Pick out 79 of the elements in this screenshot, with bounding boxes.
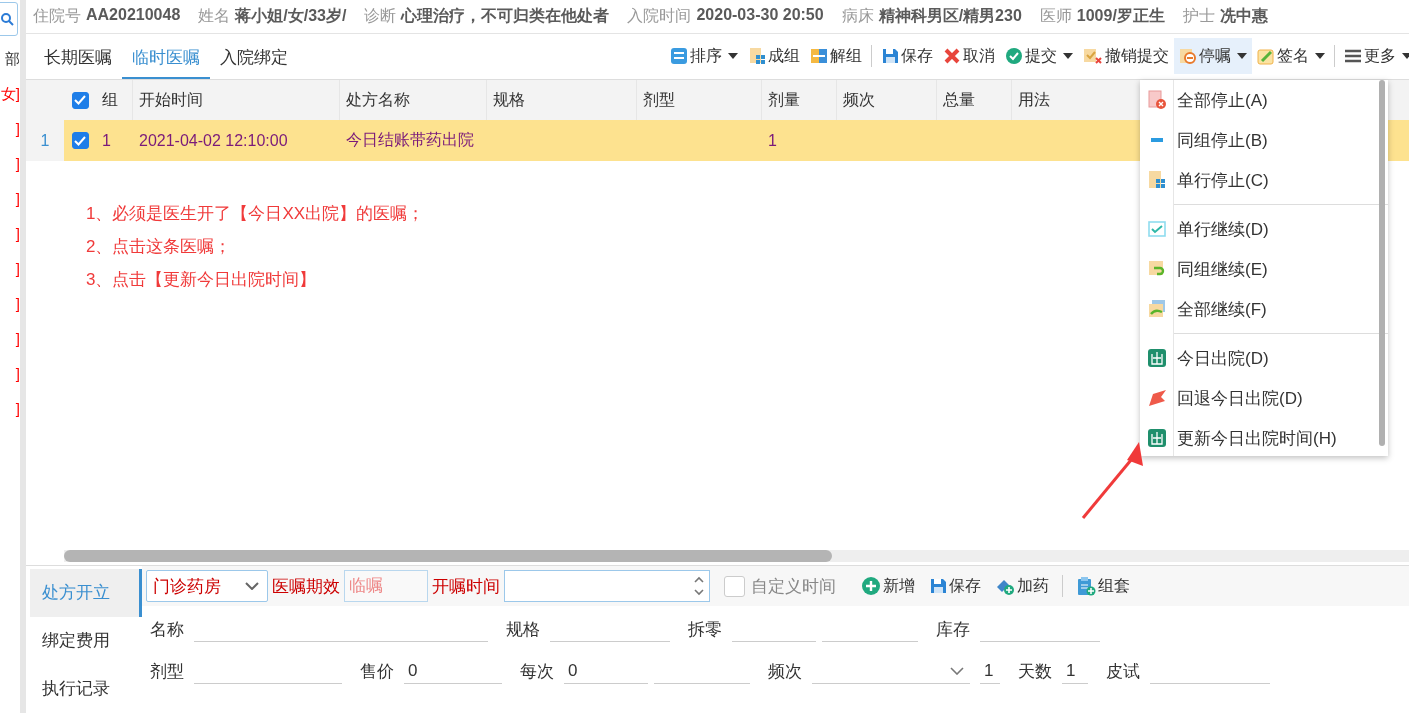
- menu-item[interactable]: 今日出院(D): [1140, 338, 1388, 378]
- cancel-button[interactable]: 取消: [938, 38, 1000, 75]
- list-item-text[interactable]: ]: [15, 153, 20, 175]
- field-label: 皮试: [1106, 660, 1140, 683]
- menu-item[interactable]: 回退今日出院(D): [1140, 378, 1388, 418]
- field-label: 住院号: [33, 5, 81, 26]
- row-number: 1: [26, 120, 64, 162]
- field-value: AA20210048: [86, 5, 181, 25]
- list-item-text[interactable]: ]: [15, 398, 20, 420]
- input-field[interactable]: 0: [404, 658, 502, 684]
- table-cell: 2021-04-02 12:10:00: [139, 131, 288, 150]
- field-value: 2020-03-30 20:50: [696, 5, 824, 25]
- list-item-text[interactable]: ]: [15, 118, 20, 140]
- field-label: 库存: [936, 618, 970, 641]
- table-cell: 1: [768, 131, 777, 150]
- list-item-text[interactable]: 女]: [0, 83, 20, 105]
- ungroup-button[interactable]: 解组: [805, 38, 867, 75]
- field-label: 频次: [768, 660, 802, 683]
- list-item-text[interactable]: 部: [5, 48, 20, 70]
- pharmacy-select[interactable]: 门诊药房: [146, 570, 268, 602]
- field-value: 心理治疗，不可归类在他处者: [401, 5, 610, 26]
- input-field[interactable]: 0: [564, 658, 648, 684]
- list-item-text[interactable]: ]: [15, 293, 20, 315]
- menu-item[interactable]: 更新今日出院时间(H): [1140, 418, 1388, 458]
- field-value: 1009/罗正生: [1076, 5, 1165, 26]
- instruction-text: 2、点击这条医嘱；: [86, 236, 232, 259]
- stop-button[interactable]: 停嘱: [1174, 38, 1252, 75]
- set-button[interactable]: 组套: [1071, 568, 1135, 604]
- field-label: 拆零: [688, 618, 722, 641]
- field-label: 开嘱时间: [432, 575, 500, 598]
- field-value: 精神科男区/精男230: [878, 5, 1022, 26]
- list-item-text[interactable]: ]: [15, 188, 20, 210]
- field-label: 诊断: [364, 5, 397, 26]
- more-button[interactable]: 更多: [1339, 38, 1409, 75]
- revoke-button[interactable]: 撤销提交: [1078, 38, 1174, 75]
- menu-item[interactable]: 单行继续(D): [1140, 209, 1388, 249]
- field-label: 入院时间: [627, 5, 692, 26]
- field-label: 护士: [1182, 5, 1215, 26]
- save-button[interactable]: 保存: [924, 568, 986, 604]
- field-label: 医师: [1039, 5, 1072, 26]
- field-label: 姓名: [198, 5, 231, 26]
- field-label: 名称: [150, 618, 184, 641]
- tab[interactable]: 绑定费用: [30, 617, 142, 665]
- menu-item[interactable]: 全部停止(A): [1140, 80, 1388, 120]
- instruction-text: 3、点击【更新今日出院时间】: [86, 269, 317, 292]
- field-label: 医嘱期效: [272, 575, 340, 598]
- column-header: 用法: [1017, 89, 1051, 110]
- input-field[interactable]: 1: [1062, 658, 1088, 684]
- checkbox-label: 自定义时间: [751, 575, 836, 598]
- tab[interactable]: 入院绑定: [210, 39, 298, 80]
- table-cell: 1: [102, 131, 111, 150]
- menu-item[interactable]: 全部继续(F): [1140, 289, 1388, 329]
- list-item-text[interactable]: ]: [15, 223, 20, 245]
- input-field[interactable]: 1: [980, 658, 1000, 684]
- submit-button[interactable]: 提交: [1000, 38, 1078, 75]
- sort-button[interactable]: 排序: [665, 38, 743, 75]
- add-button[interactable]: 新增: [856, 568, 920, 604]
- field-label: 天数: [1018, 660, 1052, 683]
- tab[interactable]: 长期医嘱: [34, 39, 122, 80]
- group-button[interactable]: 成组: [743, 38, 805, 75]
- sign-button[interactable]: 签名: [1252, 38, 1330, 75]
- save-button[interactable]: 保存: [876, 38, 938, 75]
- drug-button[interactable]: 加药: [990, 568, 1054, 604]
- instruction-text: 1、必须是医生开了【今日XX出院】的医嘱；: [86, 203, 425, 226]
- table-cell-text: 今日结账带药出院: [346, 130, 474, 151]
- field-label: 剂型: [150, 660, 184, 683]
- field-value: 冼中惠: [1219, 5, 1268, 26]
- menu-item[interactable]: 同组继续(E): [1140, 249, 1388, 289]
- list-item-text[interactable]: ]: [15, 363, 20, 385]
- tab[interactable]: 执行记录: [30, 665, 142, 713]
- field-label: 每次: [520, 660, 554, 683]
- list-item-text[interactable]: ]: [15, 258, 20, 280]
- menu-item[interactable]: 单行停止(C): [1140, 160, 1388, 200]
- field-label: 规格: [506, 618, 540, 641]
- menu-item[interactable]: 同组停止(B): [1140, 120, 1388, 160]
- field-label: 病床: [841, 5, 874, 26]
- field-label: 售价: [360, 660, 394, 683]
- list-item-text[interactable]: ]: [15, 328, 20, 350]
- field-value: 蒋小姐/女/33岁/: [235, 5, 347, 26]
